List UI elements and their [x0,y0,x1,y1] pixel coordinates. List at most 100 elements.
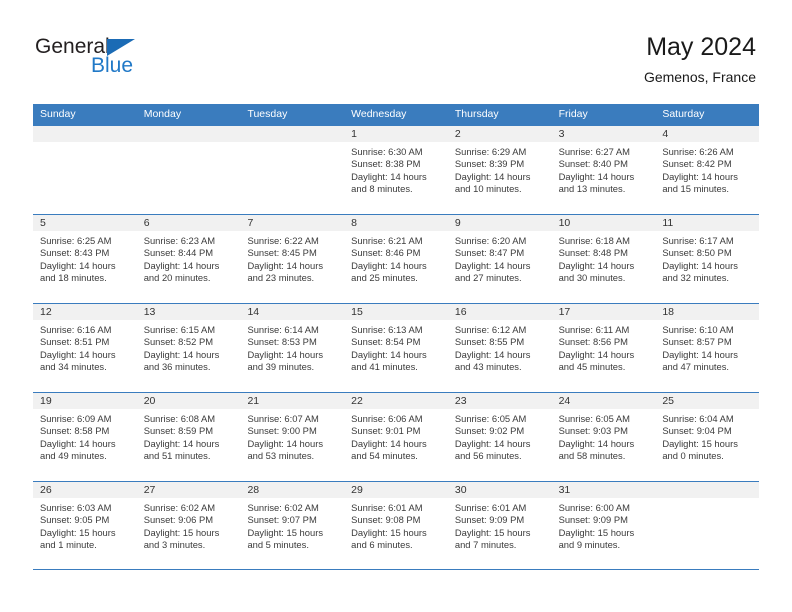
calendar-day-cell[interactable]: 14 Sunrise: 6:14 AM Sunset: 8:53 PM Dayligh… [240,304,345,392]
page-title: May 2024 [646,33,756,61]
calendar-day-cell[interactable]: 11 Sunrise: 6:17 AM Sunset: 8:50 PM Dayligh… [655,215,760,303]
daylight-text: Daylight: 14 hours and 27 minutes. [454,259,531,284]
daylight-text: Daylight: 14 hours and 39 minutes. [247,348,324,373]
calendar-day-cell[interactable]: 5 Sunrise: 6:25 AM Sunset: 8:43 PM Daylight… [33,215,137,303]
day-details: Sunrise: 6:02 AM Sunset: 9:07 PM Daylight:… [240,498,344,552]
day-number: 7 [240,215,345,231]
page-subtitle: Gemenos, France [643,69,756,85]
day-details: Sunrise: 6:03 AM Sunset: 9:05 PM Daylight:… [33,498,137,552]
sunset-text: Sunset: 9:01 PM [351,425,421,437]
sunrise-text: Sunrise: 6:23 AM [143,235,216,246]
sunrise-text: Sunrise: 6:06 AM [351,413,423,424]
daylight-text: Daylight: 14 hours and 49 minutes. [40,437,116,462]
weekday-header-tuesday: Tuesday [247,108,288,120]
calendar-day-cell[interactable]: 30 Sunrise: 6:01 AM Sunset: 9:09 PM Dayligh… [447,482,552,569]
sunset-text: Sunset: 8:56 PM [558,336,628,348]
calendar-day-cell[interactable]: 15 Sunrise: 6:13 AM Sunset: 8:54 PM Dayligh… [344,304,448,392]
calendar-day-cell[interactable]: 13 Sunrise: 6:15 AM Sunset: 8:52 PM Dayligh… [136,304,241,392]
sunset-text: Sunset: 8:38 PM [351,158,421,170]
calendar-day-cell[interactable]: 17 Sunrise: 6:11 AM Sunset: 8:56 PM Dayligh… [551,304,656,392]
day-number [33,126,137,142]
calendar-day-cell-empty [136,126,241,214]
calendar-day-cell-empty [655,482,760,569]
calendar-day-cell[interactable]: 3 Sunrise: 6:27 AM Sunset: 8:40 PM Daylight… [551,126,656,214]
weekday-header-row: Sunday Monday Tuesday Wednesday Thursday… [33,104,759,125]
calendar-day-cell[interactable]: 7 Sunrise: 6:22 AM Sunset: 8:45 PM Daylight… [240,215,345,303]
day-details: Sunrise: 6:10 AM Sunset: 8:57 PM Daylight:… [655,320,759,374]
day-details: Sunrise: 6:11 AM Sunset: 8:56 PM Daylight:… [552,320,656,374]
sunset-text: Sunset: 8:59 PM [143,425,214,437]
daylight-text: Daylight: 14 hours and 8 minutes. [351,170,427,195]
calendar-week-row: 26 Sunrise: 6:03 AM Sunset: 9:05 PM Dayligh… [33,481,760,570]
calendar-day-cell[interactable]: 25 Sunrise: 6:04 AM Sunset: 9:04 PM Dayligh… [655,393,760,481]
sunset-text: Sunset: 8:57 PM [662,336,732,348]
daylight-text: Daylight: 14 hours and 30 minutes. [558,259,635,284]
day-number: 3 [551,126,656,142]
sunrise-text: Sunrise: 6:04 AM [662,413,734,424]
day-details: Sunrise: 6:01 AM Sunset: 9:09 PM Daylight:… [448,498,552,552]
daylight-text: Daylight: 14 hours and 15 minutes. [662,170,738,195]
daylight-text: Daylight: 14 hours and 53 minutes. [247,437,324,462]
daylight-text: Daylight: 14 hours and 13 minutes. [558,170,635,195]
calendar-day-cell[interactable]: 21 Sunrise: 6:07 AM Sunset: 9:00 PM Dayligh… [240,393,345,481]
calendar-day-cell[interactable]: 28 Sunrise: 6:02 AM Sunset: 9:07 PM Dayligh… [240,482,345,569]
day-details: Sunrise: 6:07 AM Sunset: 9:00 PM Daylight:… [240,409,344,463]
sunrise-text: Sunrise: 6:00 AM [558,502,630,513]
day-details: Sunrise: 6:01 AM Sunset: 9:08 PM Daylight:… [344,498,448,552]
calendar-day-cell[interactable]: 27 Sunrise: 6:02 AM Sunset: 9:06 PM Dayligh… [136,482,241,569]
sunrise-text: Sunrise: 6:13 AM [351,324,423,335]
calendar-day-cell[interactable]: 20 Sunrise: 6:08 AM Sunset: 8:59 PM Dayligh… [136,393,241,481]
day-details: Sunrise: 6:20 AM Sunset: 8:47 PM Daylight:… [448,231,552,285]
day-number: 31 [551,482,656,498]
sunrise-text: Sunrise: 6:05 AM [454,413,527,424]
calendar-day-cell[interactable]: 2 Sunrise: 6:29 AM Sunset: 8:39 PM Daylight… [447,126,552,214]
calendar-day-cell[interactable]: 22 Sunrise: 6:06 AM Sunset: 9:01 PM Dayligh… [344,393,448,481]
sunrise-text: Sunrise: 6:27 AM [558,146,630,157]
sunset-text: Sunset: 9:02 PM [454,425,525,437]
sunrise-text: Sunrise: 6:29 AM [454,146,527,157]
day-number: 5 [33,215,137,231]
calendar-day-cell[interactable]: 26 Sunrise: 6:03 AM Sunset: 9:05 PM Dayligh… [33,482,137,569]
calendar-day-cell[interactable]: 29 Sunrise: 6:01 AM Sunset: 9:08 PM Dayligh… [344,482,448,569]
sunrise-text: Sunrise: 6:14 AM [247,324,319,335]
calendar-day-cell[interactable]: 4 Sunrise: 6:26 AM Sunset: 8:42 PM Daylight… [655,126,760,214]
day-number: 10 [551,215,656,231]
sunrise-text: Sunrise: 6:26 AM [662,146,734,157]
sunrise-text: Sunrise: 6:15 AM [143,324,216,335]
calendar-day-cell[interactable]: 18 Sunrise: 6:10 AM Sunset: 8:57 PM Dayligh… [655,304,760,392]
daylight-text: Daylight: 14 hours and 32 minutes. [662,259,738,284]
day-details: Sunrise: 6:15 AM Sunset: 8:52 PM Daylight:… [137,320,241,374]
sunset-text: Sunset: 8:58 PM [40,425,110,437]
sunset-text: Sunset: 8:51 PM [40,336,110,348]
daylight-text: Daylight: 14 hours and 51 minutes. [143,437,220,462]
calendar-day-cell[interactable]: 1 Sunrise: 6:30 AM Sunset: 8:38 PM Daylight… [344,126,448,214]
calendar-day-cell[interactable]: 10 Sunrise: 6:18 AM Sunset: 8:48 PM Dayligh… [551,215,656,303]
day-number: 20 [136,393,241,409]
calendar-day-cell[interactable]: 23 Sunrise: 6:05 AM Sunset: 9:02 PM Dayligh… [447,393,552,481]
sunset-text: Sunset: 8:46 PM [351,247,421,259]
day-number [655,482,760,498]
daylight-text: Daylight: 14 hours and 25 minutes. [351,259,427,284]
day-number: 11 [655,215,760,231]
calendar-day-cell[interactable]: 8 Sunrise: 6:21 AM Sunset: 8:46 PM Daylight… [344,215,448,303]
calendar-day-cell[interactable]: 19 Sunrise: 6:09 AM Sunset: 8:58 PM Dayligh… [33,393,137,481]
generalblue-logo: General Blue [35,36,235,86]
day-number: 2 [447,126,552,142]
calendar-day-cell[interactable]: 16 Sunrise: 6:12 AM Sunset: 8:55 PM Dayligh… [447,304,552,392]
daylight-text: Daylight: 15 hours and 0 minutes. [662,437,738,462]
calendar-day-cell[interactable]: 31 Sunrise: 6:00 AM Sunset: 9:09 PM Dayligh… [551,482,656,569]
daylight-text: Daylight: 14 hours and 41 minutes. [351,348,427,373]
day-details: Sunrise: 6:08 AM Sunset: 8:59 PM Daylight:… [137,409,241,463]
day-number: 13 [136,304,241,320]
calendar-week-row: 19 Sunrise: 6:09 AM Sunset: 8:58 PM Dayligh… [33,392,760,481]
calendar-day-cell[interactable]: 24 Sunrise: 6:05 AM Sunset: 9:03 PM Dayligh… [551,393,656,481]
day-number: 14 [240,304,345,320]
daylight-text: Daylight: 15 hours and 9 minutes. [558,526,635,551]
day-number: 26 [33,482,137,498]
calendar-day-cell[interactable]: 12 Sunrise: 6:16 AM Sunset: 8:51 PM Dayligh… [33,304,137,392]
daylight-text: Daylight: 15 hours and 3 minutes. [143,526,220,551]
daylight-text: Daylight: 15 hours and 7 minutes. [454,526,531,551]
calendar-day-cell[interactable]: 9 Sunrise: 6:20 AM Sunset: 8:47 PM Daylight… [447,215,552,303]
sunset-text: Sunset: 9:03 PM [558,425,628,437]
calendar-day-cell[interactable]: 6 Sunrise: 6:23 AM Sunset: 8:44 PM Daylight… [136,215,241,303]
